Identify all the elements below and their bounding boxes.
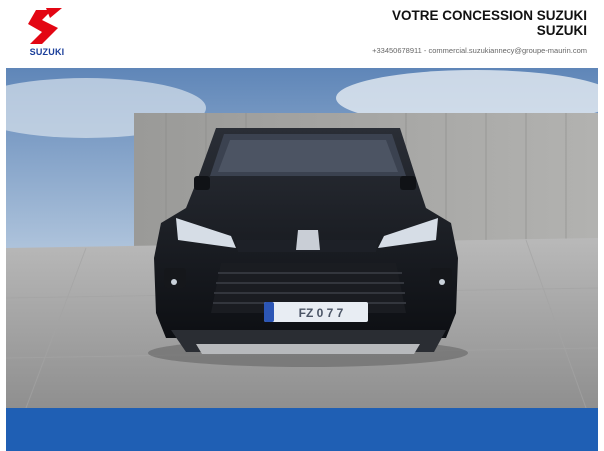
dealer-title-line2: SUZUKI (536, 23, 587, 38)
dealer-contact[interactable]: +33450678911 - commercial.suzukiannecy@g… (372, 46, 587, 55)
suzuki-logo[interactable]: SUZUKI (22, 6, 72, 60)
logo-text: SUZUKI (29, 47, 65, 57)
license-plate: FZ 0 7 7 (299, 306, 344, 320)
suzuki-s-icon (28, 8, 62, 44)
bottom-bar (6, 408, 598, 451)
dealer-info: VOTRE CONCESSION SUZUKI SUZUKI (392, 8, 587, 38)
site-header: SUZUKI VOTRE CONCESSION SUZUKI SUZUKI +3… (0, 0, 604, 66)
dealer-title-line1: VOTRE CONCESSION SUZUKI (391, 8, 587, 23)
car-photo-icon: FZ 0 7 7 (6, 68, 598, 408)
vehicle-photo[interactable]: FZ 0 7 7 (6, 68, 598, 408)
